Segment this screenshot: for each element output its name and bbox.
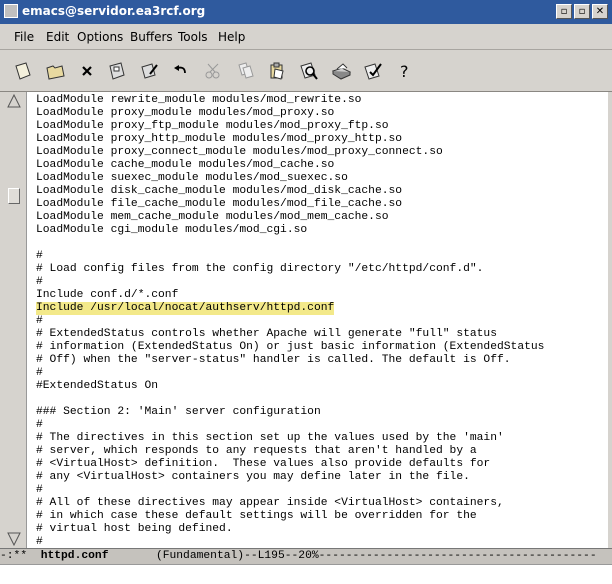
menu-buffers[interactable]: Buffers [130,30,173,44]
minibuffer[interactable] [0,564,612,584]
window-title: emacs@servidor.ea3rcf.org [22,4,206,18]
scroll-up-arrow-icon[interactable] [7,94,21,108]
menu-options[interactable]: Options [77,30,123,44]
text-line: # any <VirtualHost> containers you may d… [36,471,470,483]
text-line: LoadModule proxy_connect_module modules/… [36,146,443,158]
text-line: LoadModule rewrite_module modules/mod_re… [36,94,362,106]
undo-icon[interactable] [170,60,192,82]
buffer-name: httpd.conf [40,550,109,562]
text-line: # [36,367,43,379]
print-icon[interactable] [330,60,352,82]
text-line: Include conf.d/*.conf [36,289,179,301]
scrollbar-thumb[interactable] [8,188,20,204]
text-line: # <VirtualHost> definition. These values… [36,458,491,470]
text-line: # information (ExtendedStatus On) or jus… [36,341,545,353]
paste-icon[interactable] [266,60,288,82]
text-line: LoadModule proxy_http_module modules/mod… [36,133,403,145]
text-line: # The directives in this section set up … [36,432,504,444]
maximize-button[interactable]: ▫ [574,4,590,19]
text-line: #ExtendedStatus On [36,380,159,392]
modeline-mode: (Fundamental)--L195--20% [108,550,319,562]
vertical-scrollbar[interactable] [0,92,26,548]
menu-tools[interactable]: Tools [178,30,208,44]
text-line: LoadModule cache_module modules/mod_cach… [36,159,335,171]
title-bar: emacs@servidor.ea3rcf.org ▫ ▫ ✕ [0,0,612,24]
text-line: # [36,276,43,288]
text-line: LoadModule cgi_module modules/mod_cgi.so [36,224,308,236]
cut-icon[interactable] [202,60,224,82]
app-icon[interactable] [4,4,18,18]
text-line: # in which case these default settings w… [36,510,477,522]
menu-file[interactable]: File [14,30,34,44]
text-line: # Load config files from the config dire… [36,263,484,275]
text-line: # [36,250,43,262]
open-folder-icon[interactable] [44,60,66,82]
scroll-down-arrow-icon[interactable] [7,532,21,546]
menu-bar: File Edit Options Buffers Tools Help [0,24,612,50]
mode-line: -:** httpd.conf (Fundamental)--L195--20%… [0,548,612,564]
minimize-button[interactable]: ▫ [556,4,572,19]
text-line: # [36,315,43,327]
svg-text:?: ? [400,62,409,81]
save-icon[interactable] [106,60,128,82]
text-line: LoadModule proxy_module modules/mod_prox… [36,107,335,119]
new-file-icon[interactable] [12,60,34,82]
help-icon[interactable]: ? [394,60,416,82]
text-line: # virtual host being defined. [36,523,233,535]
text-line: # server, which responds to any requests… [36,445,477,457]
text-line: LoadModule mem_cache_module modules/mod_… [36,211,389,223]
text-line: # All of these directives may appear ins… [36,497,504,509]
modeline-prefix: -:** [0,550,41,562]
text-line: # Off) when the "server-status" handler … [36,354,511,366]
toolbar: ? [0,50,612,92]
text-line: LoadModule file_cache_module modules/mod… [36,198,403,210]
search-icon[interactable] [298,60,320,82]
save-as-icon[interactable] [138,60,160,82]
modeline-fill: ----------------------------------------… [318,550,597,562]
close-window-button[interactable]: ✕ [592,4,608,19]
text-line: # ExtendedStatus controls whether Apache… [36,328,497,340]
menu-help[interactable]: Help [218,30,245,44]
text-line: # [36,536,43,548]
text-line: LoadModule disk_cache_module modules/mod… [36,185,403,197]
text-line: ### Section 2: 'Main' server configurati… [36,406,321,418]
editor-text-area[interactable]: LoadModule rewrite_module modules/mod_re… [26,92,608,548]
close-icon[interactable] [76,60,98,82]
menu-edit[interactable]: Edit [46,30,69,44]
copy-icon[interactable] [234,60,256,82]
text-line: Include /usr/local/nocat/authserv/httpd.… [36,302,335,315]
text-line: # [36,484,43,496]
text-line: # [36,419,43,431]
preferences-icon[interactable] [362,60,384,82]
text-line: LoadModule suexec_module modules/mod_sue… [36,172,348,184]
text-line: LoadModule proxy_ftp_module modules/mod_… [36,120,389,132]
